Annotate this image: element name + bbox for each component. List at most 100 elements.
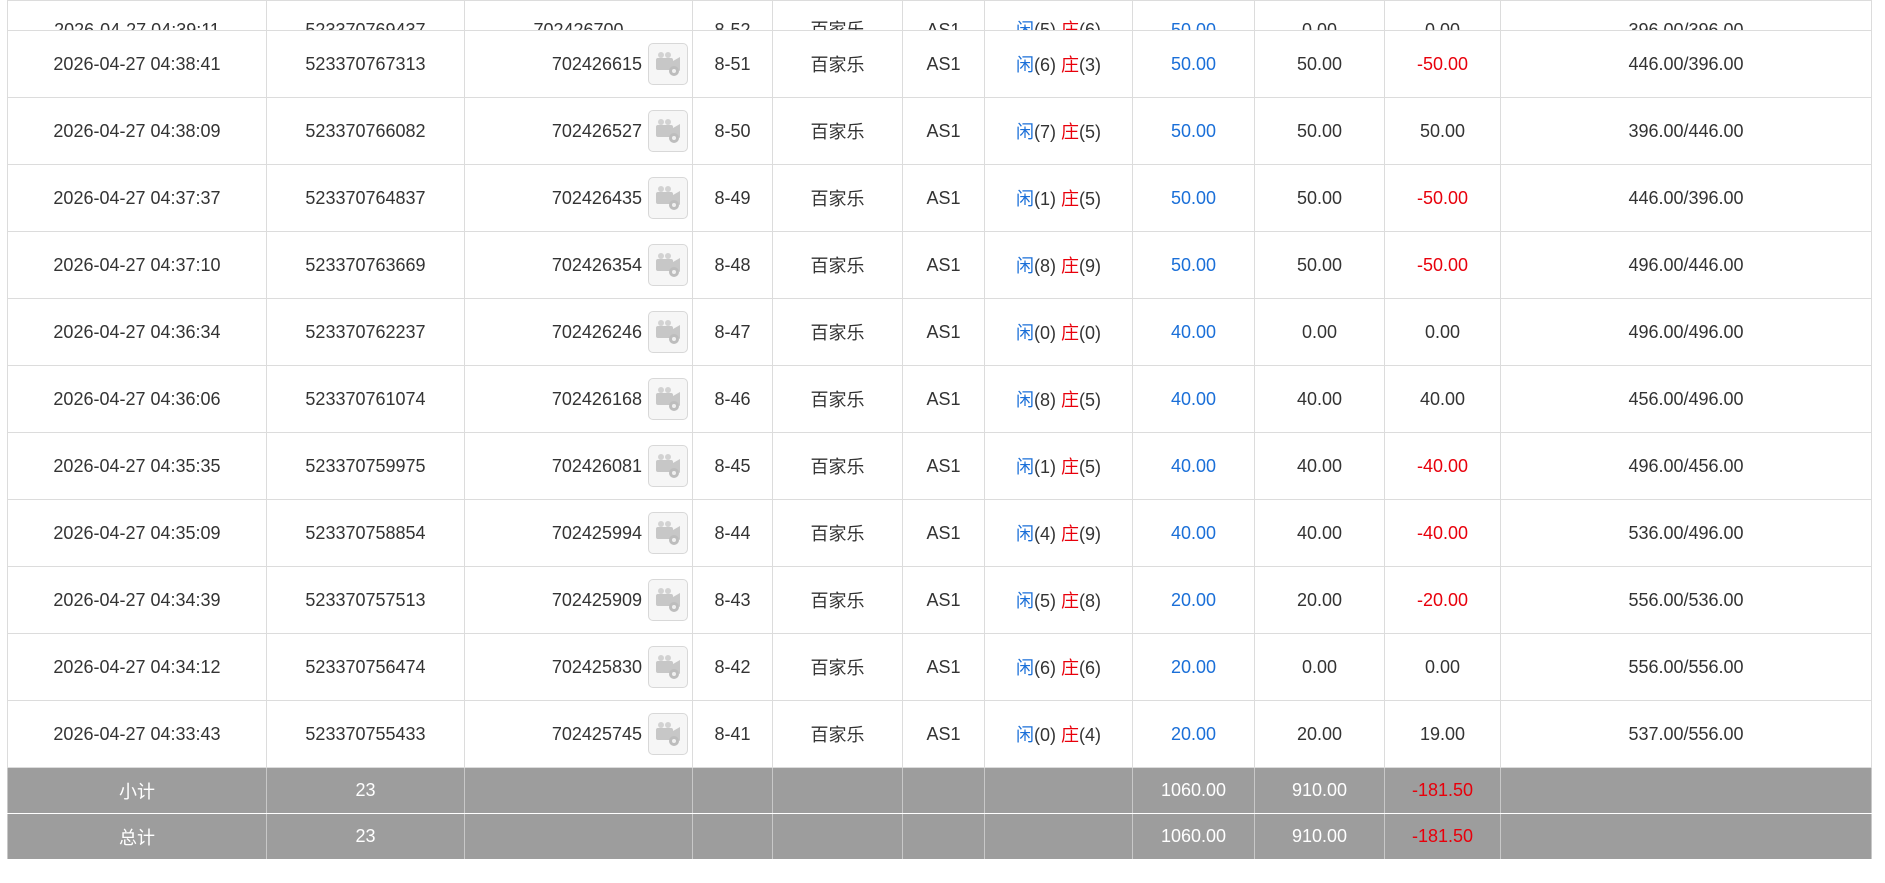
cell-result: 闲(0) 庄(0) (984, 298, 1133, 366)
banker-value: (5) (1079, 122, 1101, 142)
cell-bet-amount: 50.00 (1132, 30, 1255, 98)
cell-shoe: 8-46 (692, 365, 773, 433)
cell-valid-bet: 50.00 (1254, 97, 1385, 165)
cell-result: 闲(8) 庄(9) (984, 231, 1133, 299)
video-replay-icon[interactable] (648, 43, 688, 85)
banker-value: (3) (1079, 55, 1101, 75)
player-value: (8) (1033, 390, 1056, 410)
cell-balance: 556.00/536.00 (1500, 566, 1872, 634)
cell-shoe: 8-42 (692, 633, 773, 701)
player-label: 闲 (1015, 591, 1034, 611)
cell-bet-amount: 40.00 (1132, 365, 1255, 433)
cell-valid-bet: 0.00 (1254, 298, 1385, 366)
player-value: (8) (1033, 256, 1056, 276)
player-label: 闲 (1015, 256, 1034, 276)
cell-table: AS1 (902, 0, 985, 31)
cell-round-id: 702426527 (464, 97, 693, 165)
cell-result: 闲(0) 庄(4) (984, 700, 1133, 768)
table-row: 2026-04-27 04:33:43 523370755433 702425745… (7, 700, 1872, 768)
table-row: 2026-04-27 04:36:06 523370761074 702426168… (7, 365, 1872, 433)
player-value: (0) (1033, 323, 1056, 343)
cell-round-id: 702426081 (464, 432, 693, 500)
video-replay-icon[interactable] (648, 244, 688, 286)
video-replay-icon[interactable] (648, 579, 688, 621)
video-replay-icon[interactable] (648, 646, 688, 688)
cell-bet-amount: 40.00 (1132, 298, 1255, 366)
cell-table: AS1 (902, 231, 985, 299)
round-id-text: 702425745 (551, 723, 642, 744)
empty-cell (1500, 767, 1872, 814)
empty-cell (984, 813, 1133, 860)
round-id-text: 702426615 (551, 53, 642, 74)
banker-value: (5) (1079, 457, 1101, 477)
banker-value: (5) (1079, 390, 1101, 410)
video-replay-icon[interactable] (648, 445, 688, 487)
cell-bet-id: 523370759975 (266, 432, 465, 500)
banker-label: 庄 (1061, 591, 1079, 611)
cell-game: 百家乐 (772, 499, 903, 567)
subtotal-winloss: -181.50 (1384, 767, 1501, 814)
cell-table: AS1 (902, 566, 985, 634)
round-id-text: 702425909 (551, 589, 642, 610)
cell-time: 2026-04-27 04:39:11 (7, 0, 267, 31)
cell-round-id: 702425830 (464, 633, 693, 701)
cell-balance: 456.00/496.00 (1500, 365, 1872, 433)
cell-valid-bet: 40.00 (1254, 499, 1385, 567)
banker-label: 庄 (1061, 256, 1079, 276)
cell-game: 百家乐 (772, 298, 903, 366)
round-id-text: 702426354 (551, 254, 642, 275)
banker-value: (6) (1079, 658, 1101, 678)
video-replay-icon[interactable] (648, 512, 688, 554)
total-winloss: -181.50 (1384, 813, 1501, 860)
empty-cell (692, 813, 773, 860)
video-replay-icon[interactable] (648, 177, 688, 219)
banker-label: 庄 (1061, 55, 1079, 75)
cell-shoe: 8-41 (692, 700, 773, 768)
round-id-text: 702426246 (551, 321, 642, 342)
cell-bet-id: 523370769437 (266, 0, 465, 31)
player-value: (0) (1033, 725, 1056, 745)
cell-round-id: 702426246 (464, 298, 693, 366)
cell-time: 2026-04-27 04:34:12 (7, 633, 267, 701)
table-row-partial: 2026-04-27 04:39:11 523370769437 7024267… (7, 0, 1872, 31)
cell-table: AS1 (902, 30, 985, 98)
cell-time: 2026-04-27 04:33:43 (7, 700, 267, 768)
cell-winloss: -50.00 (1384, 30, 1501, 98)
cell-bet-amount: 50.00 (1132, 0, 1255, 31)
table-row: 2026-04-27 04:34:39 523370757513 702425909… (7, 566, 1872, 634)
video-replay-icon[interactable] (648, 713, 688, 755)
cell-game: 百家乐 (772, 0, 903, 31)
cell-bet-id: 523370763669 (266, 231, 465, 299)
banker-value: (8) (1079, 591, 1101, 611)
cell-time: 2026-04-27 04:37:37 (7, 164, 267, 232)
cell-result: 闲(6) 庄(6) (984, 633, 1133, 701)
cell-game: 百家乐 (772, 566, 903, 634)
player-label: 闲 (1015, 457, 1034, 477)
cell-game: 百家乐 (772, 231, 903, 299)
cell-bet-amount: 50.00 (1132, 164, 1255, 232)
video-replay-icon[interactable] (648, 378, 688, 420)
cell-bet-id: 523370756474 (266, 633, 465, 701)
cell-table: AS1 (902, 432, 985, 500)
subtotal-row: 小计 23 1060.00 910.00 -181.50 (7, 767, 1872, 814)
player-value: (6) (1033, 55, 1056, 75)
video-replay-icon[interactable] (648, 110, 688, 152)
table-row: 2026-04-27 04:37:10 523370763669 702426354… (7, 231, 1872, 299)
cell-table: AS1 (902, 298, 985, 366)
video-replay-icon[interactable] (648, 311, 688, 353)
cell-table: AS1 (902, 499, 985, 567)
round-id-text: 702426168 (551, 388, 642, 409)
cell-shoe: 8-45 (692, 432, 773, 500)
empty-cell (464, 767, 693, 814)
cell-balance: 396.00/396.00 (1500, 0, 1872, 31)
banker-value: (5) (1079, 189, 1101, 209)
cell-winloss: -40.00 (1384, 499, 1501, 567)
cell-valid-bet: 0.00 (1254, 0, 1385, 31)
cell-balance: 496.00/446.00 (1500, 231, 1872, 299)
cell-valid-bet: 20.00 (1254, 700, 1385, 768)
table-body: 2026-04-27 04:39:11 523370769437 7024267… (7, 0, 1872, 768)
player-value: (1) (1033, 457, 1056, 477)
cell-game: 百家乐 (772, 97, 903, 165)
cell-bet-id: 523370766082 (266, 97, 465, 165)
round-id-text: 702426527 (551, 120, 642, 141)
